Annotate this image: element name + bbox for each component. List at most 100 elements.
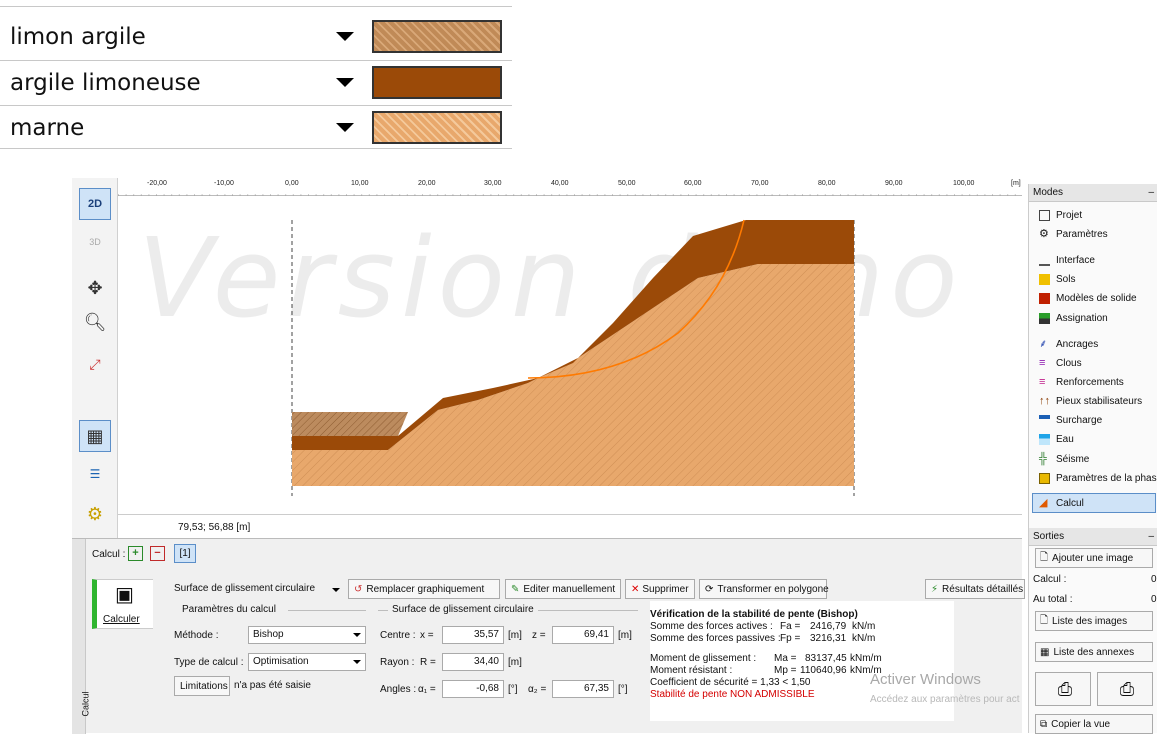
legend-label: marne [10,114,85,141]
anchor-icon: ⸙ [1039,337,1048,350]
radius-label: Rayon : [380,657,415,668]
dropdown-arrow-icon[interactable] [336,78,354,87]
mode-pieux[interactable]: ↑↑ Pieux stabilisateurs [1039,392,1142,410]
detailed-results-button[interactable]: ⚡ Résultats détaillés [925,579,1025,599]
alpha2-input[interactable]: 67,35 [552,680,614,698]
button-label: Remplacer graphiquement [366,583,485,595]
group-divider [538,610,638,611]
chevron-down-icon [353,633,361,637]
transform-polygon-button[interactable]: ⟳ Transformer en polygone [699,579,829,599]
soil-swatch[interactable] [372,20,502,53]
limitations-button[interactable]: Limitations [174,676,230,696]
slip-surface-select[interactable]: circulaire [275,583,315,594]
refresh-icon: ↺ [354,583,363,595]
soil-icon [1039,273,1050,285]
drawing-canvas[interactable]: -20,00 -10,00 0,00 10,00 20,00 30,00 40,… [118,178,1022,538]
legend-row-limon[interactable]: limon argile [0,16,510,57]
mode-sols[interactable]: Sols [1039,270,1075,288]
method-select[interactable]: Bishop [248,626,366,644]
mode-assignation[interactable]: Assignation [1039,309,1108,327]
fit-view-icon[interactable]: ⤢ [79,348,111,380]
method-value: Bishop [253,629,284,640]
centre-z-input[interactable]: 69,41 [552,626,614,644]
legend-row-argile[interactable]: argile limoneuse [0,62,510,103]
chevron-down-icon[interactable] [332,588,340,592]
surcharge-icon [1039,414,1050,426]
right-panel: Modes – Projet ⚙ Paramètres Interface Sols… [1028,184,1157,734]
alpha1-input[interactable]: -0,68 [442,680,504,698]
button-label: Editer manuellement [523,583,616,595]
table-icon[interactable]: ▦ [79,420,111,452]
unit-label: [°] [508,684,518,695]
copy-view-button[interactable]: ⧉ Copier la vue [1035,714,1153,734]
view-2d-button[interactable]: 2D [79,188,111,220]
legend-divider [0,6,512,7]
replace-graphic-button[interactable]: ↺ Remplacer graphiquement [348,579,500,599]
calc-stage-label: Calcul : [92,549,126,560]
document-icon [1039,209,1050,221]
zoom-icon[interactable]: 🔍︎ [79,306,111,338]
mode-eau[interactable]: Eau [1039,430,1074,448]
earthquake-icon: ╬ [1039,452,1047,465]
mode-parametres[interactable]: ⚙ Paramètres [1039,225,1108,243]
list-annexes-button[interactable]: ▦ Liste des annexes [1035,642,1153,662]
soil-swatch[interactable] [372,111,502,144]
edit-manual-button[interactable]: ✎ Editer manuellement [505,579,621,599]
radius-input[interactable]: 34,40 [442,653,504,671]
mode-interface[interactable]: Interface [1039,251,1095,269]
mode-label: Calcul [1056,497,1084,509]
centre-x-input[interactable]: 35,57 [442,626,504,644]
slope-section [291,219,855,496]
mode-surcharge[interactable]: Surcharge [1039,411,1102,429]
limon-argile-layer[interactable] [292,412,408,436]
side-tab[interactable]: Calcul [72,539,91,734]
settings-icon[interactable]: ⚙ [79,498,111,530]
mode-clous[interactable]: ≡ Clous [1039,354,1082,372]
legend-row-marne[interactable]: marne [0,107,510,148]
dropdown-arrow-icon[interactable] [336,123,354,132]
active-forces-symbol: Fa = [780,621,801,632]
mode-calcul[interactable]: ◢ Calcul [1032,493,1156,513]
z-label: z = [532,630,546,641]
stage-tab-1[interactable]: [1] [174,544,196,563]
view-3d-button[interactable]: 3D [79,226,111,258]
mode-projet[interactable]: Projet [1039,206,1082,224]
legend-divider [0,148,512,149]
calculation-icon: ◢ [1039,496,1048,509]
print-button[interactable]: ⎙ [1035,672,1091,706]
calc-type-value: Optimisation [253,656,309,667]
outputs-header: Sorties – [1029,528,1157,546]
print-preview-button[interactable]: ⎙ [1097,672,1153,706]
mode-renforcements[interactable]: ≡ Renforcements [1039,373,1124,391]
calc-count-value: 0 [1151,574,1157,585]
calculate-button[interactable]: ▣ Calculer [92,579,153,629]
delete-button[interactable]: ✕ Supprimer [625,579,695,599]
collapse-icon[interactable]: – [1148,531,1154,542]
collapse-icon[interactable]: – [1148,187,1154,198]
add-image-button[interactable]: 🗋 Ajouter une image [1035,548,1153,568]
mode-seisme[interactable]: ╬ Séisme [1039,450,1089,468]
mode-label: Pieux stabilisateurs [1056,395,1143,407]
add-stage-button[interactable]: + [128,546,143,561]
calc-type-select[interactable]: Optimisation [248,653,366,671]
button-label: Ajouter une image [1052,552,1134,564]
r-label: R = [420,657,436,668]
soil-swatch[interactable] [372,66,502,99]
mode-parametres-phase[interactable]: Paramètres de la phase [1039,469,1157,487]
labels-icon[interactable]: ☰ [79,458,111,490]
total-count-value: 0 [1151,594,1157,605]
limitations-status: n'a pas été saisie [234,680,311,691]
resisting-moment-value: 110640,96 [800,665,847,676]
unit-label: [m] [508,657,522,668]
move-icon[interactable]: ✥ [79,272,111,304]
circle-group-title: Surface de glissement circulaire [392,604,534,615]
table-icon: ▦ [1040,646,1050,658]
sliding-moment-value: 83137,45 [805,653,847,664]
remove-stage-button[interactable]: − [150,546,165,561]
dropdown-arrow-icon[interactable] [336,32,354,41]
unit-label: [m] [618,630,632,641]
mode-ancrages[interactable]: ⸙ Ancrages [1039,335,1098,353]
modes-header: Modes – [1029,184,1157,202]
list-images-button[interactable]: 🗋 Liste des images [1035,611,1153,631]
mode-modeles-solide[interactable]: Modèles de solide [1039,289,1137,307]
